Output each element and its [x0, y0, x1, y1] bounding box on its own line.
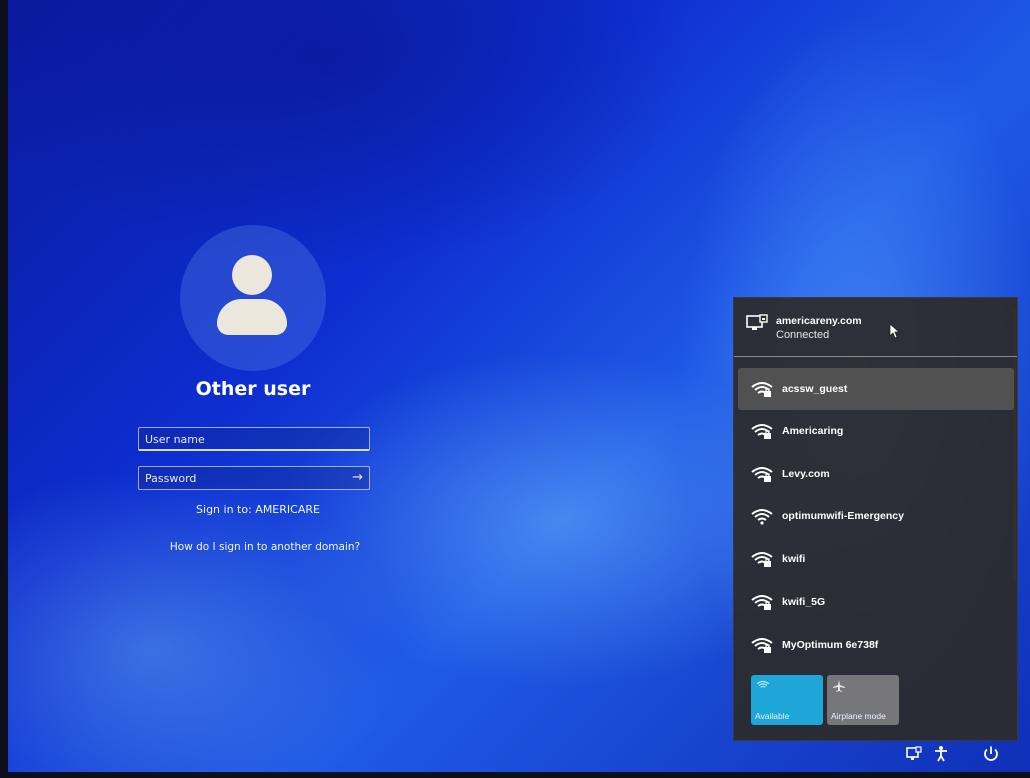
sign-in-domain-label: Sign in to: AMERICARE: [196, 503, 320, 516]
network-item[interactable]: Americaring: [738, 410, 1014, 452]
network-item[interactable]: acssw_guest: [738, 368, 1014, 410]
accessibility-icon[interactable]: [932, 745, 950, 763]
password-input[interactable]: [139, 467, 351, 490]
connected-network-name: americareny.com: [776, 315, 862, 327]
network-name: optimumwifi-Emergency: [782, 510, 904, 522]
mouse-cursor-icon: [889, 323, 901, 339]
wifi-secured-icon: [751, 595, 773, 610]
network-item[interactable]: optimumwifi-Emergency: [738, 495, 1014, 537]
network-name: kwifi: [782, 553, 806, 565]
wifi-toggle-tile[interactable]: Available: [751, 675, 823, 725]
airplane-icon: [833, 680, 845, 692]
connected-network[interactable]: americareny.com Connected: [734, 298, 1017, 357]
network-item[interactable]: kwifi_5G: [738, 581, 1014, 623]
wifi-secured-icon: [751, 552, 773, 567]
wifi-icon: [751, 509, 773, 525]
password-field[interactable]: →: [138, 466, 370, 490]
ethernet-icon: [746, 314, 768, 330]
airplane-tile-label: Airplane mode: [831, 711, 886, 721]
power-icon[interactable]: [982, 745, 1000, 763]
avatar-body: [217, 299, 287, 335]
avatar-head: [232, 255, 272, 295]
network-flyout: americareny.com Connected acssw_guest Am…: [733, 297, 1018, 741]
network-item[interactable]: Levy.com: [738, 453, 1014, 495]
submit-arrow-icon[interactable]: →: [352, 470, 363, 485]
network-name: kwifi_5G: [782, 596, 826, 608]
network-item[interactable]: kwifi: [738, 538, 1014, 580]
connected-network-status: Connected: [776, 329, 830, 341]
screen-bezel-bottom: [0, 772, 1030, 778]
screen-bezel-left: [0, 0, 8, 778]
network-item[interactable]: MyOptimum 6e738f: [738, 624, 1014, 666]
wifi-secured-icon: [751, 467, 773, 482]
network-name: MyOptimum 6e738f: [782, 639, 879, 651]
domain-help-link[interactable]: How do I sign in to another domain?: [150, 541, 380, 553]
username-field[interactable]: [138, 427, 370, 451]
username-input[interactable]: [139, 428, 351, 451]
wifi-icon: [756, 680, 770, 688]
user-avatar: [180, 225, 326, 371]
wifi-tile-label: Available: [755, 711, 790, 721]
airplane-mode-tile[interactable]: Airplane mode: [827, 675, 899, 725]
network-name: Americaring: [782, 425, 844, 437]
network-name: acssw_guest: [782, 383, 848, 395]
wifi-secured-icon: [751, 638, 773, 653]
wifi-secured-icon: [751, 424, 773, 439]
login-title: Other user: [195, 378, 311, 400]
wifi-secured-icon: [751, 382, 773, 397]
network-name: Levy.com: [782, 468, 830, 480]
network-icon[interactable]: [905, 745, 923, 763]
